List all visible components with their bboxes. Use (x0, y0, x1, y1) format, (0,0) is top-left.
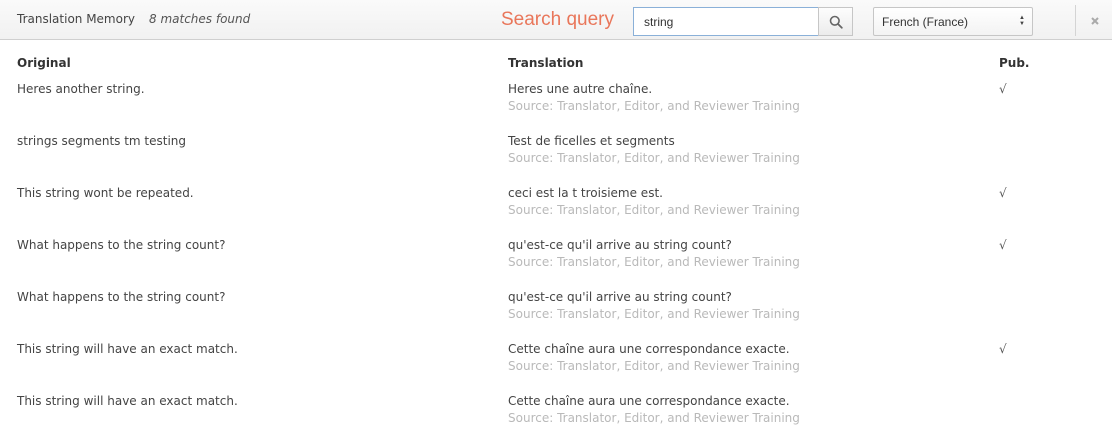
translation-source: Source: Translator, Editor, and Reviewer… (508, 307, 800, 321)
table-row[interactable]: What happens to the string count? qu'est… (0, 290, 1112, 342)
translation-memory-toolbar: Translation Memory 8 matches found Searc… (0, 0, 1112, 40)
search-input[interactable] (633, 7, 819, 36)
search-query-label: Search query (501, 9, 615, 30)
original-text: What happens to the string count? (17, 238, 226, 252)
original-text: What happens to the string count? (17, 290, 226, 304)
translation-source: Source: Translator, Editor, and Reviewer… (508, 203, 800, 217)
panel-title: Translation Memory (17, 12, 136, 26)
translation-source: Source: Translator, Editor, and Reviewer… (508, 359, 800, 373)
published-check-icon: √ (999, 342, 1007, 356)
language-select[interactable]: French (France) ▲ ▼ (873, 7, 1033, 36)
select-arrows-icon: ▲ ▼ (1019, 15, 1025, 27)
match-count: 8 matches found (149, 12, 251, 26)
published-check-icon: √ (999, 186, 1007, 200)
translation-text: ceci est la t troisieme est. (508, 186, 663, 200)
original-text: This string will have an exact match. (17, 342, 238, 356)
translation-text: Cette chaîne aura une correspondance exa… (508, 394, 790, 408)
translation-text: Test de ficelles et segments (508, 134, 675, 148)
results-table: Heres another string. Heres une autre ch… (0, 82, 1112, 446)
original-text: This string will have an exact match. (17, 394, 238, 408)
column-header-pub: Pub. (999, 56, 1030, 70)
language-select-value: French (France) (882, 15, 969, 29)
table-row[interactable]: Heres another string. Heres une autre ch… (0, 82, 1112, 134)
translation-text: Cette chaîne aura une correspondance exa… (508, 342, 790, 356)
column-header-original: Original (17, 56, 71, 70)
original-text: This string wont be repeated. (17, 186, 194, 200)
translation-source: Source: Translator, Editor, and Reviewer… (508, 151, 800, 165)
table-row[interactable]: This string wont be repeated. ceci est l… (0, 186, 1112, 238)
search-icon (829, 15, 843, 29)
close-icon (1091, 17, 1099, 25)
translation-source: Source: Translator, Editor, and Reviewer… (508, 411, 800, 425)
table-row[interactable]: What happens to the string count? qu'est… (0, 238, 1112, 290)
published-check-icon: √ (999, 238, 1007, 252)
translation-source: Source: Translator, Editor, and Reviewer… (508, 255, 800, 269)
original-text: strings segments tm testing (17, 134, 187, 148)
toolbar-divider (1075, 5, 1076, 36)
translation-text: qu'est-ce qu'il arrive au string count? (508, 290, 732, 304)
translation-text: Heres une autre chaîne. (508, 82, 653, 96)
published-check-icon: √ (999, 82, 1007, 96)
close-button[interactable] (1088, 13, 1102, 27)
table-row[interactable]: This string will have an exact match. Ce… (0, 342, 1112, 394)
search-button[interactable] (818, 7, 853, 36)
table-header: Original Translation Pub. (0, 56, 1112, 74)
translation-source: Source: Translator, Editor, and Reviewer… (508, 99, 800, 113)
column-header-translation: Translation (508, 56, 584, 70)
table-row[interactable]: strings segments tm testing Test de fice… (0, 134, 1112, 186)
translation-text: qu'est-ce qu'il arrive au string count? (508, 238, 732, 252)
original-text: Heres another string. (17, 82, 145, 96)
table-row[interactable]: This string will have an exact match. Ce… (0, 394, 1112, 446)
